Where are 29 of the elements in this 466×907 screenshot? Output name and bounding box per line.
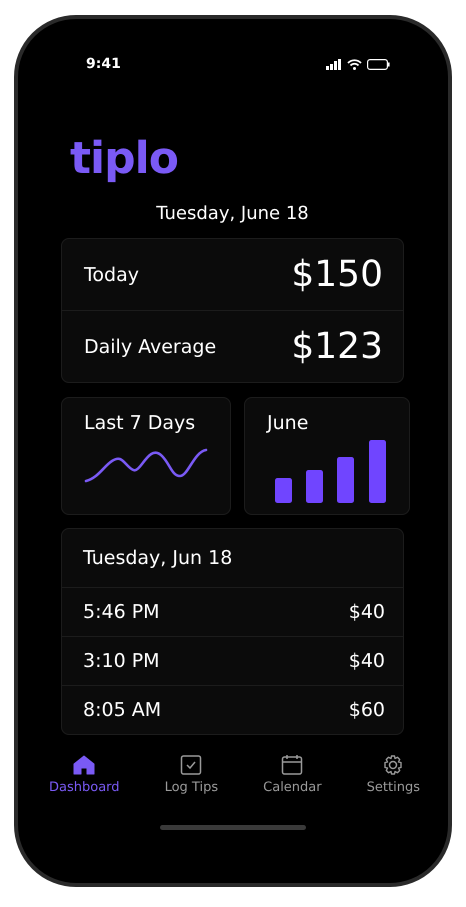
entry-amount: $60 bbox=[348, 699, 385, 721]
tab-item[interactable]: Settings bbox=[366, 755, 420, 795]
wifi-icon bbox=[347, 58, 362, 70]
summary-label: Today bbox=[84, 264, 139, 286]
entry-time: 8:05 AM bbox=[83, 699, 162, 721]
checkbox-icon bbox=[180, 755, 202, 775]
summary-value: $123 bbox=[291, 326, 383, 367]
summary-label: Daily Average bbox=[84, 336, 216, 358]
date-heading: Tuesday, June 18 bbox=[155, 202, 310, 226]
chart-card[interactable]: June bbox=[244, 397, 410, 515]
settings-icon bbox=[382, 755, 404, 775]
battery-icon bbox=[367, 58, 390, 70]
entry-amount: $40 bbox=[348, 601, 385, 623]
chart-title: Last 7 Days bbox=[84, 412, 196, 434]
entry-time: 5:46 PM bbox=[83, 601, 160, 623]
signal-icon bbox=[326, 58, 342, 70]
tab-item[interactable]: Dashboard bbox=[49, 755, 120, 795]
summary-value: $150 bbox=[291, 254, 383, 295]
app-logo: tiplo bbox=[70, 133, 179, 185]
entry-amount: $40 bbox=[348, 650, 385, 672]
entries-heading: Tuesday, Jun 18 bbox=[83, 547, 232, 569]
chart-title: June bbox=[267, 412, 310, 434]
home-icon bbox=[73, 755, 96, 775]
status-time: 9:41 bbox=[86, 56, 121, 72]
entry-time: 3:10 PM bbox=[83, 650, 160, 672]
tab-item[interactable]: Log Tips bbox=[164, 755, 218, 795]
calendar-icon bbox=[281, 755, 304, 775]
chart-card[interactable]: Last 7 Days bbox=[61, 397, 231, 515]
tab-item[interactable]: Calendar bbox=[263, 755, 322, 795]
